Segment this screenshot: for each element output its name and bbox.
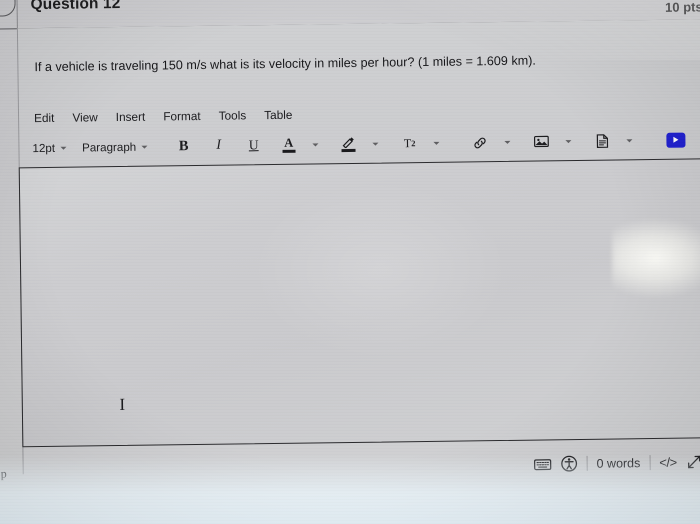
chevron-down-icon	[141, 145, 148, 149]
html-editor-toggle[interactable]: </>	[659, 455, 676, 470]
underline-button[interactable]: U	[241, 134, 266, 156]
link-icon[interactable]	[468, 131, 493, 153]
word-count[interactable]: 0 words	[596, 456, 640, 471]
chevron-down-icon	[565, 139, 572, 143]
text-cursor-icon: I	[119, 394, 126, 415]
menu-item-tools[interactable]: Tools	[217, 107, 249, 123]
chevron-down-icon	[312, 142, 319, 146]
page-title: Question 12	[30, 0, 121, 14]
menu-item-format[interactable]: Format	[161, 108, 203, 125]
superscript-button[interactable]: T2	[397, 132, 422, 154]
chevron-down-icon	[433, 141, 440, 145]
statusbar-right-group: 0 words </>	[533, 453, 700, 472]
header-divider	[16, 0, 18, 29]
image-icon[interactable]	[529, 130, 554, 152]
screen-photo: Question 12 10 pts If a vehicle is trave…	[0, 0, 700, 524]
element-path[interactable]: p	[1, 467, 7, 482]
play-triangle	[673, 136, 679, 143]
video-record-button-shape	[666, 132, 686, 148]
resize-expand-icon[interactable]	[686, 453, 700, 470]
document-icon[interactable]	[590, 130, 615, 152]
highlight-pen-icon	[341, 133, 356, 154]
chevron-down-icon	[372, 142, 379, 146]
text-color-swatch	[282, 149, 296, 154]
statusbar-divider	[649, 455, 651, 471]
keyboard-icon[interactable]	[533, 457, 552, 471]
menu-item-edit[interactable]: Edit	[32, 110, 57, 126]
font-size-select[interactable]: 12pt	[28, 137, 70, 160]
menu-item-table[interactable]: Table	[262, 107, 294, 123]
chevron-down-icon	[626, 138, 633, 142]
italic-button[interactable]: I	[206, 135, 231, 157]
text-color-dropdown[interactable]	[303, 133, 328, 155]
bold-button[interactable]: B	[171, 135, 196, 157]
menu-item-insert[interactable]: Insert	[114, 109, 148, 125]
rich-text-editor-body[interactable]: I	[18, 158, 700, 448]
text-color-button[interactable]: A	[276, 134, 301, 156]
block-format-value: Paragraph	[81, 140, 137, 154]
document-dropdown[interactable]	[617, 129, 642, 151]
chevron-collapse-icon[interactable]	[0, 0, 16, 17]
quiz-question-screen: Question 12 10 pts If a vehicle is trave…	[0, 0, 700, 524]
accessibility-checker-icon[interactable]	[560, 455, 578, 472]
highlight-color-dropdown[interactable]	[363, 132, 388, 154]
text-color-letter: A	[284, 135, 294, 150]
question-prompt: If a vehicle is traveling 150 m/s what i…	[34, 53, 536, 75]
chevron-down-icon	[504, 140, 511, 144]
image-dropdown[interactable]	[556, 130, 581, 152]
superscript-dropdown[interactable]	[424, 132, 449, 154]
question-card: If a vehicle is traveling 150 m/s what i…	[1, 19, 700, 524]
font-size-value: 12pt	[32, 141, 56, 155]
video-record-icon[interactable]	[663, 129, 688, 151]
points-badge: 10 pts	[665, 0, 700, 15]
editor-menubar: Edit View Insert Format Tools Table	[32, 107, 295, 126]
highlight-color-swatch	[341, 148, 356, 153]
editor-statusbar: p 0 words </>	[0, 451, 700, 494]
statusbar-divider	[586, 455, 588, 471]
chevron-down-icon	[60, 146, 67, 150]
highlight-color-button[interactable]	[336, 133, 361, 155]
link-dropdown[interactable]	[495, 131, 520, 153]
editor-toolbar: 12pt Paragraph B I U A T 2	[28, 126, 693, 161]
menu-item-view[interactable]: View	[70, 109, 100, 125]
superscript-exponent: 2	[411, 138, 416, 149]
text-color-icon: A	[282, 134, 296, 155]
block-format-select[interactable]: Paragraph	[78, 136, 151, 159]
